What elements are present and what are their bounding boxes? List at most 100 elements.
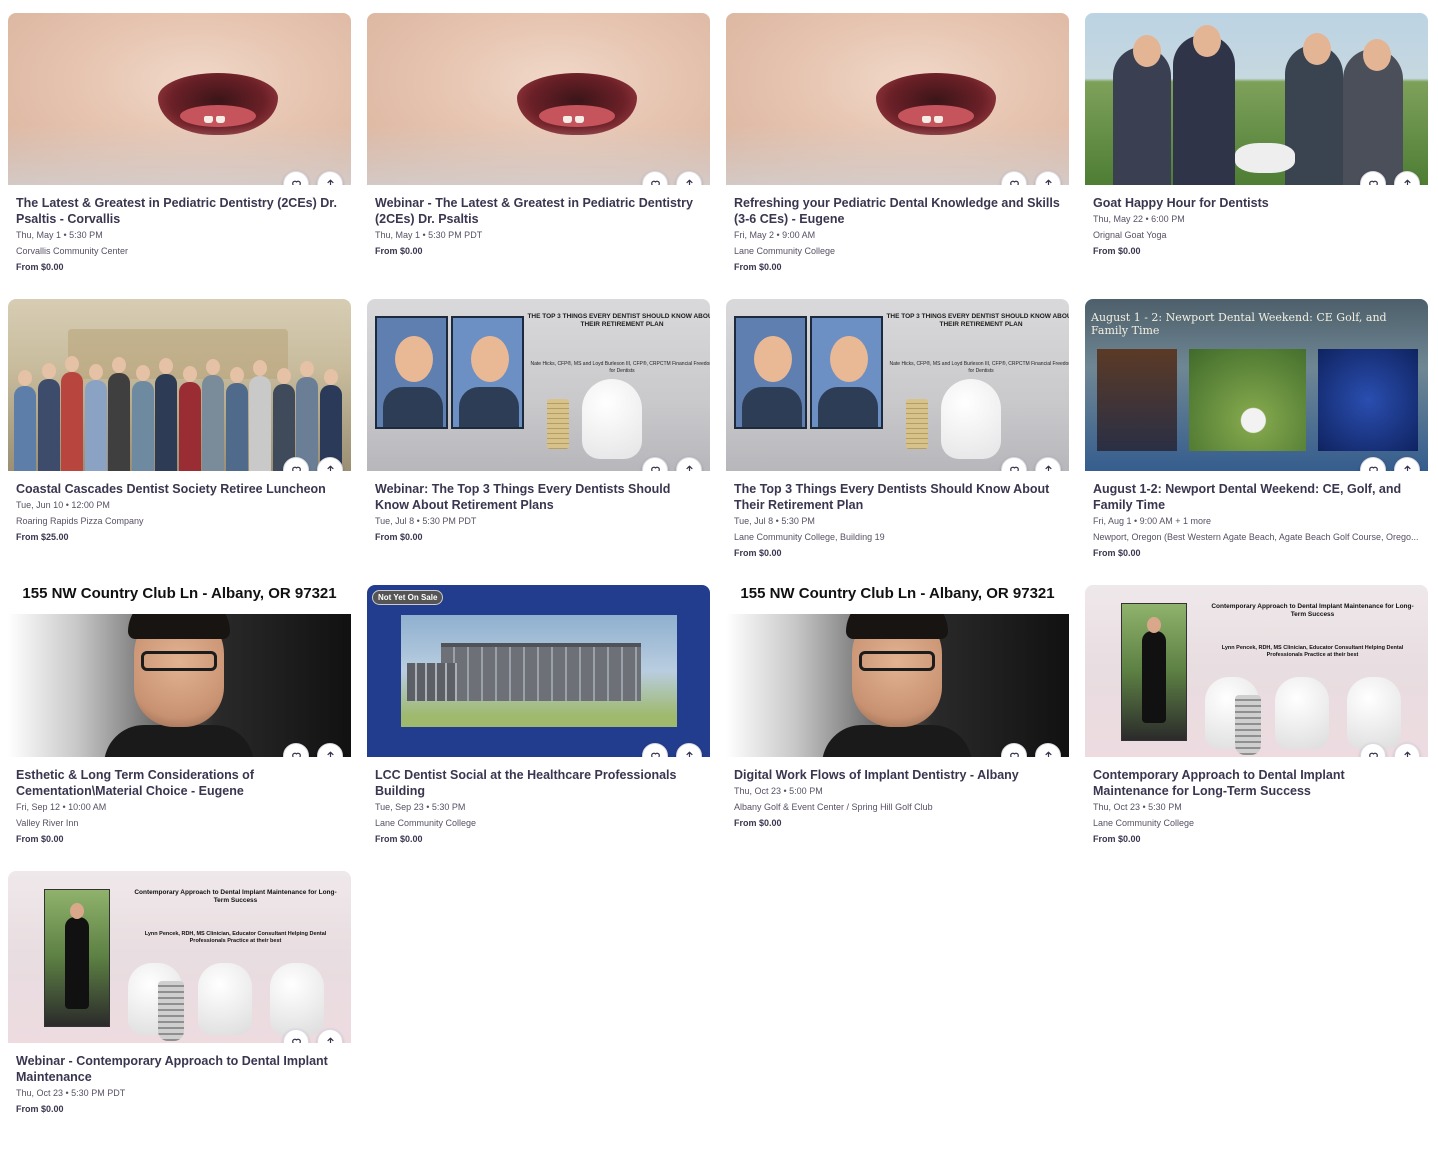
event-info: The Top 3 Things Every Dentists Should K… [726, 471, 1069, 561]
event-title[interactable]: Goat Happy Hour for Dentists [1093, 195, 1420, 211]
event-title[interactable]: Contemporary Approach to Dental Implant … [1093, 767, 1420, 799]
share-icon [1402, 465, 1412, 471]
image-banner: August 1 - 2: Newport Dental Weekend: CE… [1091, 311, 1387, 337]
like-button[interactable] [642, 743, 668, 757]
event-card[interactable]: Contemporary Approach to Dental Implant … [1085, 585, 1428, 871]
event-title[interactable]: Esthetic & Long Term Considerations of C… [16, 767, 343, 799]
baby-mouth-image [8, 13, 351, 185]
event-image[interactable]: Contemporary Approach to Dental Implant … [8, 871, 351, 1043]
event-title[interactable]: The Top 3 Things Every Dentists Should K… [734, 481, 1061, 513]
event-image[interactable] [367, 13, 710, 185]
event-title[interactable]: Webinar: The Top 3 Things Every Dentists… [375, 481, 702, 513]
card-actions [1360, 457, 1420, 471]
event-price: From $0.00 [1093, 246, 1141, 256]
share-button[interactable] [317, 1029, 343, 1043]
event-image[interactable] [8, 13, 351, 185]
heart-icon [291, 1038, 301, 1043]
venue-address-banner: 155 NW Country Club Ln - Albany, OR 9732… [8, 572, 351, 614]
event-image[interactable]: Contemporary Approach to Dental Implant … [1085, 585, 1428, 757]
share-button[interactable] [676, 743, 702, 757]
card-actions [642, 743, 702, 757]
event-title[interactable]: Webinar - The Latest & Greatest in Pedia… [375, 195, 702, 227]
event-card[interactable]: Goat Happy Hour for Dentists Thu, May 22… [1085, 13, 1428, 299]
event-card[interactable]: Esthetic & Long Term Considerations of C… [8, 572, 351, 871]
event-title[interactable]: August 1-2: Newport Dental Weekend: CE, … [1093, 481, 1420, 513]
like-button[interactable] [1360, 457, 1386, 471]
share-button[interactable] [1035, 457, 1061, 471]
event-title[interactable]: Webinar - Contemporary Approach to Denta… [16, 1053, 343, 1085]
event-image[interactable]: August 1 - 2: Newport Dental Weekend: CE… [1085, 299, 1428, 471]
like-button[interactable] [1360, 171, 1386, 185]
like-button[interactable] [1360, 743, 1386, 757]
event-grid: The Latest & Greatest in Pediatric Denti… [8, 13, 1428, 1157]
event-location: Lane Community College [375, 818, 477, 828]
event-image[interactable] [726, 13, 1069, 185]
event-image[interactable]: THE TOP 3 THINGS EVERY DENTIST SHOULD KN… [367, 299, 710, 471]
heart-icon [1368, 466, 1378, 471]
like-button[interactable] [1001, 171, 1027, 185]
event-card[interactable]: Digital Work Flows of Implant Dentistry … [726, 572, 1069, 871]
event-date: Thu, May 1 • 5:30 PM [16, 230, 103, 240]
like-button[interactable] [1001, 743, 1027, 757]
event-date: Fri, Aug 1 • 9:00 AM + 1 more [1093, 516, 1211, 526]
share-button[interactable] [1394, 743, 1420, 757]
card-actions [283, 743, 343, 757]
event-title[interactable]: Refreshing your Pediatric Dental Knowled… [734, 195, 1061, 227]
event-date: Tue, Jul 8 • 5:30 PM [734, 516, 815, 526]
share-icon [684, 751, 694, 757]
event-image[interactable] [1085, 13, 1428, 185]
event-location: Orignal Goat Yoga [1093, 230, 1167, 240]
like-button[interactable] [1001, 457, 1027, 471]
event-price: From $0.00 [1093, 834, 1141, 844]
share-button[interactable] [1035, 743, 1061, 757]
heart-icon [291, 180, 301, 185]
event-location: Newport, Oregon (Best Western Agate Beac… [1093, 532, 1419, 542]
event-card[interactable]: Not Yet On Sale LCC Dentist Social at th… [367, 585, 710, 871]
share-icon [325, 465, 335, 471]
baby-mouth-image [726, 13, 1069, 185]
like-button[interactable] [283, 743, 309, 757]
event-card[interactable]: THE TOP 3 THINGS EVERY DENTIST SHOULD KN… [726, 299, 1069, 585]
heart-icon [1368, 752, 1378, 757]
event-card[interactable]: August 1 - 2: Newport Dental Weekend: CE… [1085, 299, 1428, 585]
share-button[interactable] [1394, 171, 1420, 185]
like-button[interactable] [283, 1029, 309, 1043]
share-icon [684, 179, 694, 185]
event-card[interactable]: Refreshing your Pediatric Dental Knowled… [726, 13, 1069, 299]
event-card[interactable]: THE TOP 3 THINGS EVERY DENTIST SHOULD KN… [367, 299, 710, 585]
event-card[interactable]: Webinar - The Latest & Greatest in Pedia… [367, 13, 710, 299]
event-location: Roaring Rapids Pizza Company [16, 516, 144, 526]
newport-weekend-image: August 1 - 2: Newport Dental Weekend: CE… [1085, 299, 1428, 471]
image-speaker: Lynn Pencek, RDH, MS Clinician, Educator… [1221, 645, 1404, 658]
like-button[interactable] [283, 171, 309, 185]
image-headline: THE TOP 3 THINGS EVERY DENTIST SHOULD KN… [886, 313, 1069, 328]
event-card[interactable]: The Latest & Greatest in Pediatric Denti… [8, 13, 351, 299]
event-date: Thu, May 22 • 6:00 PM [1093, 214, 1185, 224]
event-card[interactable]: Contemporary Approach to Dental Implant … [8, 871, 351, 1157]
like-button[interactable] [642, 171, 668, 185]
event-title[interactable]: The Latest & Greatest in Pediatric Denti… [16, 195, 343, 227]
event-card[interactable]: Coastal Cascades Dentist Society Retiree… [8, 299, 351, 585]
like-button[interactable] [283, 457, 309, 471]
event-date: Thu, Oct 23 • 5:30 PM PDT [16, 1088, 126, 1098]
event-title[interactable]: Coastal Cascades Dentist Society Retiree… [16, 481, 343, 497]
card-actions [642, 457, 702, 471]
share-button[interactable] [676, 171, 702, 185]
event-date: Fri, May 2 • 9:00 AM [734, 230, 816, 240]
heart-icon [650, 180, 660, 185]
event-image[interactable] [8, 299, 351, 471]
share-button[interactable] [676, 457, 702, 471]
event-title[interactable]: Digital Work Flows of Implant Dentistry … [734, 767, 1061, 783]
event-location: Lane Community College [734, 246, 836, 256]
share-button[interactable] [317, 743, 343, 757]
implant-maintenance-image: Contemporary Approach to Dental Implant … [8, 871, 351, 1043]
like-button[interactable] [642, 457, 668, 471]
card-actions [1001, 743, 1061, 757]
event-image[interactable]: THE TOP 3 THINGS EVERY DENTIST SHOULD KN… [726, 299, 1069, 471]
share-button[interactable] [1394, 457, 1420, 471]
event-title[interactable]: LCC Dentist Social at the Healthcare Pro… [375, 767, 702, 799]
share-button[interactable] [317, 171, 343, 185]
share-button[interactable] [317, 457, 343, 471]
event-image[interactable]: Not Yet On Sale [367, 585, 710, 757]
share-button[interactable] [1035, 171, 1061, 185]
